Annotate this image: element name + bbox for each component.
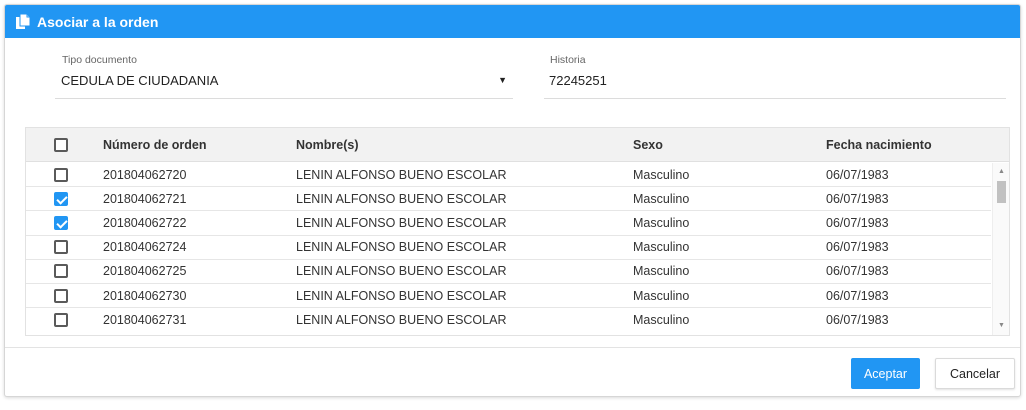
historia-label: Historia: [550, 54, 586, 66]
grid-scrollbar[interactable]: ▲ ▼: [992, 163, 1009, 335]
cell-sexo: Masculino: [633, 288, 690, 303]
cell-nombre: LENIN ALFONSO BUENO ESCOLAR: [296, 264, 507, 279]
footer-divider: [5, 347, 1020, 348]
cell-numero: 201804062721: [103, 191, 187, 206]
grid-header: Número de orden Nombre(s) Sexo Fecha nac…: [26, 128, 1009, 162]
scroll-thumb[interactable]: [997, 181, 1006, 203]
cell-nombre: LENIN ALFONSO BUENO ESCOLAR: [296, 191, 507, 206]
checkbox-box: [54, 288, 68, 303]
table-row[interactable]: 201804062731 LENIN ALFONSO BUENO ESCOLAR…: [26, 308, 991, 332]
cell-nombre: LENIN ALFONSO BUENO ESCOLAR: [296, 313, 507, 328]
cell-fecha: 06/07/1983: [826, 313, 889, 328]
header-fecha[interactable]: Fecha nacimiento: [826, 138, 932, 152]
tipo-documento-select[interactable]: Tipo documento CEDULA DE CIUDADANIA ▼: [55, 38, 513, 118]
header-nombre[interactable]: Nombre(s): [296, 138, 359, 152]
accept-button[interactable]: Aceptar: [851, 358, 920, 389]
checkbox-box: [54, 240, 68, 255]
row-checkbox[interactable]: [54, 312, 70, 328]
checkbox-box: [54, 137, 68, 152]
checkbox-box: [54, 215, 68, 230]
cell-nombre: LENIN ALFONSO BUENO ESCOLAR: [296, 167, 507, 182]
header-numero[interactable]: Número de orden: [103, 138, 207, 152]
cell-fecha: 06/07/1983: [826, 288, 889, 303]
table-row[interactable]: 201804062730 LENIN ALFONSO BUENO ESCOLAR…: [26, 284, 991, 309]
scroll-up-icon[interactable]: ▲: [993, 165, 1009, 179]
select-all-checkbox[interactable]: [54, 137, 70, 153]
row-checkbox[interactable]: [54, 288, 70, 304]
cancel-button[interactable]: Cancelar: [935, 358, 1015, 389]
tipo-documento-value: CEDULA DE CIUDADANIA: [61, 73, 219, 88]
cell-fecha: 06/07/1983: [826, 191, 889, 206]
table-row[interactable]: 201804062721 LENIN ALFONSO BUENO ESCOLAR…: [26, 187, 991, 212]
asociar-orden-dialog: Asociar a la orden Tipo documento CEDULA…: [4, 4, 1021, 397]
grid-body: 201804062720 LENIN ALFONSO BUENO ESCOLAR…: [26, 163, 991, 335]
cell-fecha: 06/07/1983: [826, 264, 889, 279]
cell-sexo: Masculino: [633, 313, 690, 328]
cell-fecha: 06/07/1983: [826, 215, 889, 230]
checkbox-box: [54, 313, 68, 328]
table-row[interactable]: 201804062720 LENIN ALFONSO BUENO ESCOLAR…: [26, 163, 991, 188]
row-checkbox[interactable]: [54, 239, 70, 255]
row-checkbox[interactable]: [54, 215, 70, 231]
cell-fecha: 06/07/1983: [826, 167, 889, 182]
row-checkbox[interactable]: [54, 191, 70, 207]
cell-numero: 201804062724: [103, 240, 187, 255]
cell-sexo: Masculino: [633, 215, 690, 230]
field-underline: [544, 98, 1006, 99]
search-form: Tipo documento CEDULA DE CIUDADANIA ▼ Hi…: [5, 38, 1020, 125]
cell-numero: 201804062730: [103, 288, 187, 303]
checkbox-box: [54, 191, 68, 206]
field-underline: [55, 98, 513, 99]
cell-numero: 201804062725: [103, 264, 187, 279]
cell-sexo: Masculino: [633, 191, 690, 206]
checkbox-box: [54, 264, 68, 279]
dialog-title: Asociar a la orden: [37, 13, 159, 30]
scroll-down-icon[interactable]: ▼: [993, 319, 1009, 333]
row-checkbox[interactable]: [54, 167, 70, 183]
cell-sexo: Masculino: [633, 264, 690, 279]
checkbox-box: [54, 167, 68, 182]
cell-fecha: 06/07/1983: [826, 240, 889, 255]
cell-numero: 201804062720: [103, 167, 187, 182]
table-row[interactable]: 201804062724 LENIN ALFONSO BUENO ESCOLAR…: [26, 236, 991, 260]
dialog-titlebar: Asociar a la orden: [5, 5, 1020, 38]
cell-sexo: Masculino: [633, 240, 690, 255]
header-sexo[interactable]: Sexo: [633, 138, 663, 152]
table-row[interactable]: 201804062722 LENIN ALFONSO BUENO ESCOLAR…: [26, 211, 991, 236]
dropdown-caret-icon[interactable]: ▼: [498, 75, 507, 85]
copy-document-icon: [15, 13, 31, 30]
orders-grid: Número de orden Nombre(s) Sexo Fecha nac…: [25, 127, 1010, 336]
cell-numero: 201804062722: [103, 215, 187, 230]
historia-value[interactable]: 72245251: [549, 73, 607, 88]
table-row[interactable]: 201804062725 LENIN ALFONSO BUENO ESCOLAR…: [26, 260, 991, 284]
cell-nombre: LENIN ALFONSO BUENO ESCOLAR: [296, 215, 507, 230]
historia-field[interactable]: Historia 72245251: [544, 38, 1006, 118]
tipo-documento-label: Tipo documento: [62, 54, 137, 66]
cell-sexo: Masculino: [633, 167, 690, 182]
cell-numero: 201804062731: [103, 313, 187, 328]
cell-nombre: LENIN ALFONSO BUENO ESCOLAR: [296, 240, 507, 255]
cell-nombre: LENIN ALFONSO BUENO ESCOLAR: [296, 288, 507, 303]
row-checkbox[interactable]: [54, 263, 70, 279]
